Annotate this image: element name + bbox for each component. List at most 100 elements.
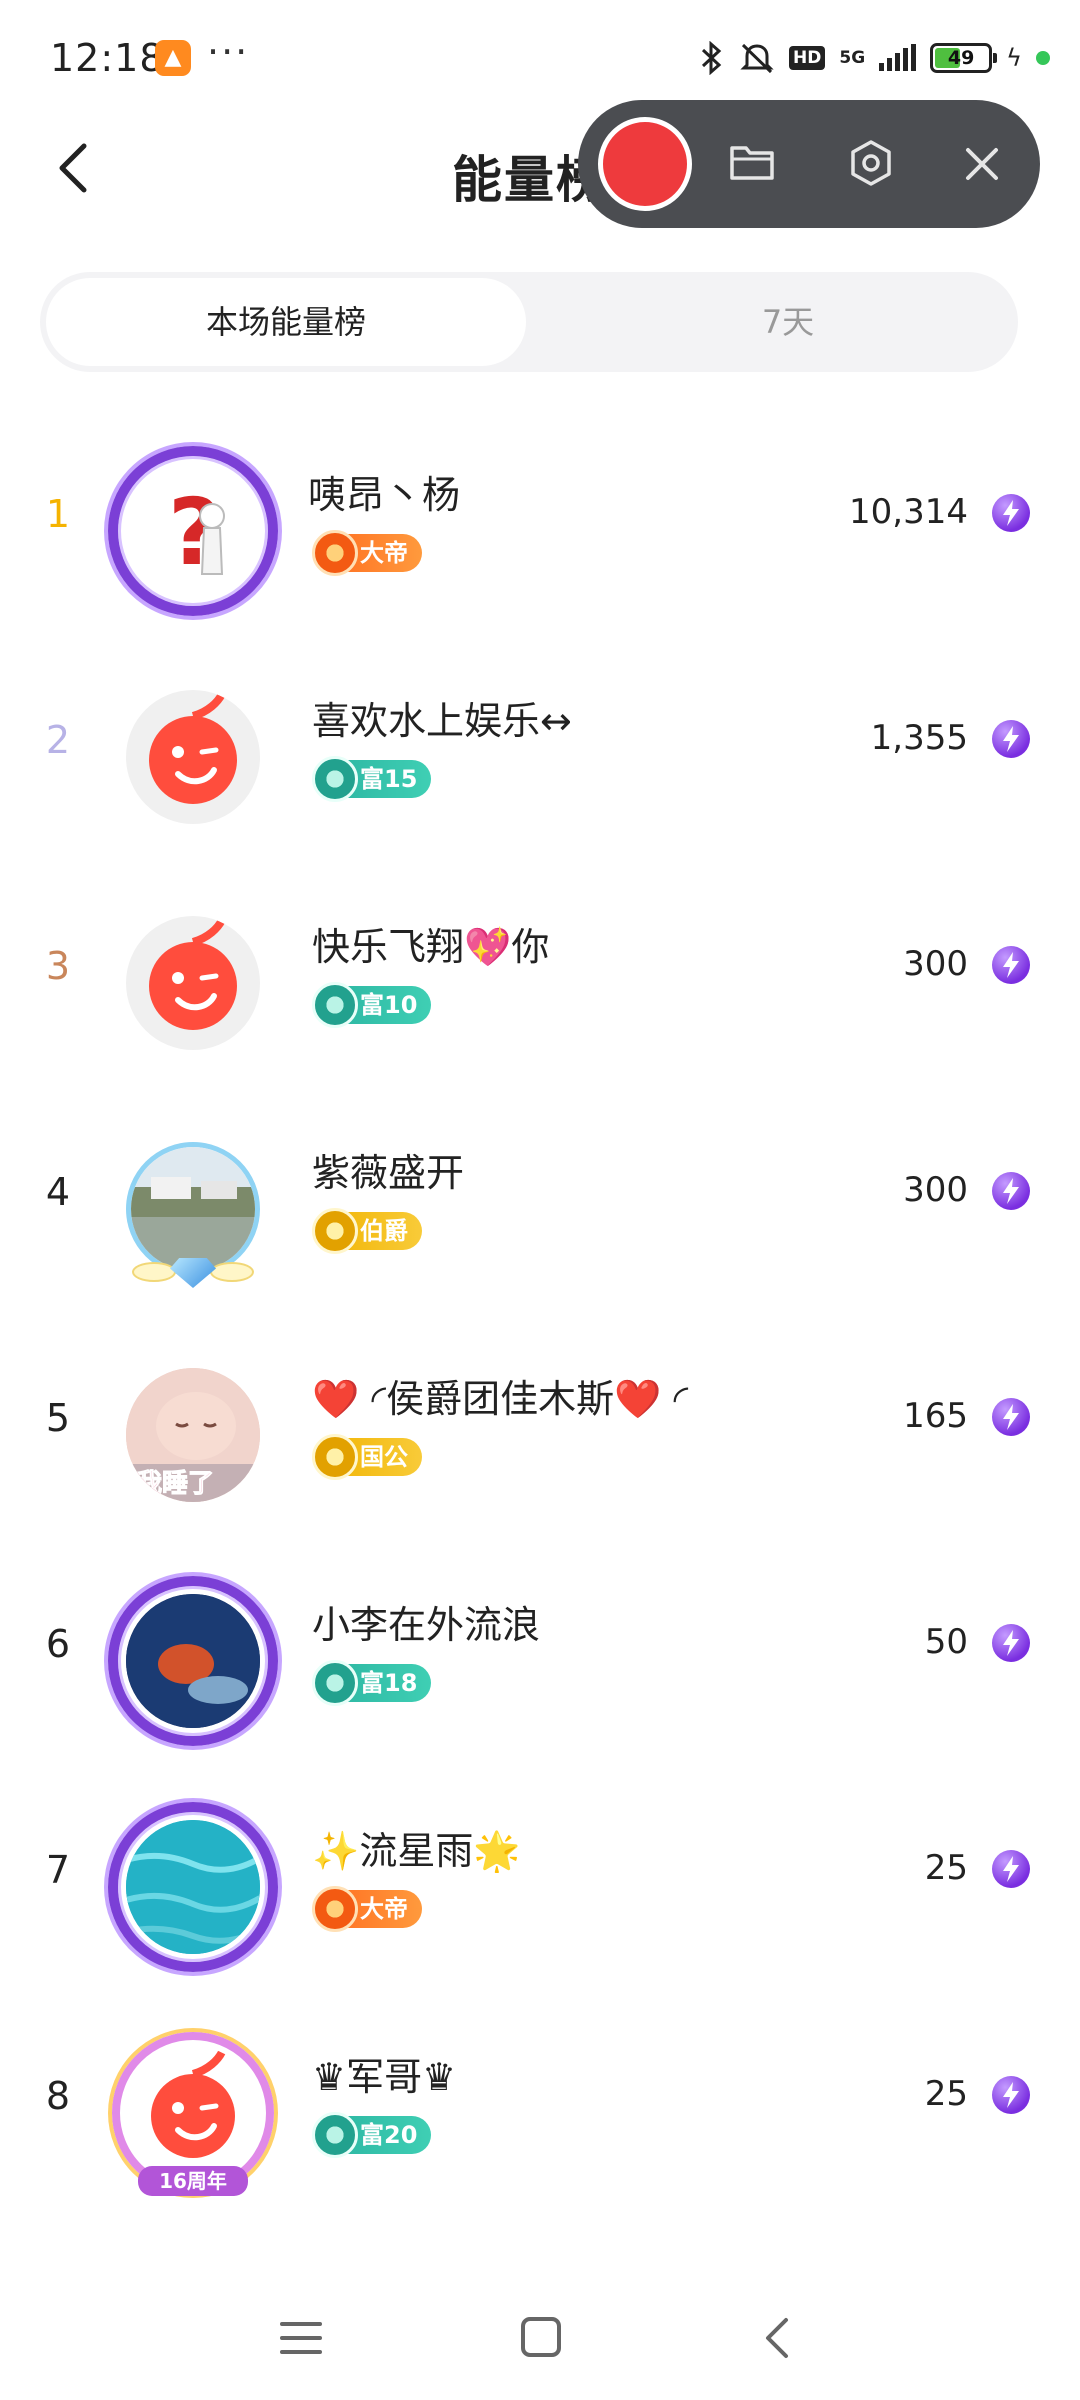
user-name: ♛军哥♛ — [312, 2055, 457, 2099]
energy-bolt-icon — [992, 946, 1030, 984]
energy-score: 1,355 — [870, 718, 968, 758]
badge-icon — [312, 530, 358, 576]
privacy-indicator-dot — [1036, 51, 1050, 65]
ranking-row[interactable]: 3 快乐飞翔💖你 富10 300 — [0, 852, 1080, 1078]
rank-number: 1 — [45, 492, 71, 536]
badge-icon — [312, 1434, 358, 1480]
battery-level: 49 — [947, 47, 975, 69]
user-name: 紫薇盛开 — [312, 1151, 465, 1195]
energy-bolt-icon — [992, 1850, 1030, 1888]
energy-bolt-icon — [992, 1398, 1030, 1436]
badge-icon — [312, 1886, 358, 1932]
svg-text:我睡了: 我睡了 — [136, 1469, 214, 1499]
avatar-frame — [108, 446, 278, 616]
ranking-row[interactable]: 8 16周年 ♛军哥♛ 富20 25 — [0, 1982, 1080, 2208]
avatar-image: 我睡了 — [126, 1368, 260, 1502]
mute-bell-icon — [739, 41, 775, 75]
ranking-tabs: 本场能量榜 7天 — [40, 272, 1018, 372]
ranking-row[interactable]: 7 ✨流星雨🌟 大帝 25 — [0, 1756, 1080, 1982]
back-button[interactable] — [46, 138, 106, 198]
avatar-wing-left — [132, 1262, 176, 1282]
back-nav-icon[interactable] — [762, 2316, 792, 2364]
tab-7-days[interactable]: 7天 — [560, 278, 1016, 366]
energy-bolt-icon — [992, 494, 1030, 532]
folder-icon[interactable] — [728, 140, 776, 188]
rank-number: 2 — [45, 718, 71, 762]
energy-bolt-icon — [992, 720, 1030, 758]
avatar[interactable] — [108, 1802, 278, 1972]
rank-number: 5 — [45, 1396, 71, 1440]
level-badge: 大帝 — [312, 1886, 422, 1932]
ranking-row[interactable]: 4 紫薇盛开 伯爵 300 — [0, 1078, 1080, 1304]
avatar[interactable] — [108, 1124, 278, 1294]
bluetooth-icon — [699, 41, 725, 75]
avatar[interactable]: ? — [108, 446, 278, 616]
more-notifications-icon: ··· — [207, 30, 250, 74]
status-icons: HD 5G 49 ϟ — [699, 38, 1050, 78]
level-badge: 富18 — [312, 1660, 432, 1706]
energy-bolt-icon — [992, 1624, 1030, 1662]
avatar[interactable] — [108, 1576, 278, 1746]
level-badge: 国公 — [312, 1434, 422, 1480]
signal-icon — [879, 44, 917, 71]
ranking-row[interactable]: 1 ? 咦昂丶杨 大帝 10,314 — [0, 400, 1080, 626]
menu-icon[interactable] — [280, 2318, 322, 2362]
level-badge: 富20 — [312, 2112, 432, 2158]
tab-current-session[interactable]: 本场能量榜 — [46, 278, 526, 366]
avatar[interactable] — [108, 672, 278, 842]
rank-number: 4 — [45, 1170, 71, 1214]
record-button[interactable] — [598, 117, 692, 211]
badge-icon — [312, 756, 358, 802]
user-name: ✨流星雨🌟 — [312, 1829, 521, 1873]
rank-number: 6 — [45, 1622, 71, 1666]
energy-bolt-icon — [992, 2076, 1030, 2114]
user-name: 小李在外流浪 — [312, 1603, 541, 1647]
anniversary-label: 16周年 — [138, 2166, 248, 2196]
settings-icon[interactable] — [846, 138, 896, 192]
avatar-image — [126, 690, 260, 824]
battery-icon: 49 — [930, 43, 998, 73]
level-badge: 富10 — [312, 982, 432, 1028]
avatar-frame — [108, 1802, 278, 1972]
energy-score: 300 — [903, 944, 968, 984]
network-type: 5G — [839, 48, 866, 68]
hd-badge: HD — [789, 46, 826, 70]
user-name: ❤️ ◜侯爵团佳木斯❤️ ◜ — [312, 1377, 689, 1421]
badge-icon — [312, 982, 358, 1028]
ranking-row[interactable]: 5 我睡了 ❤️ ◜侯爵团佳木斯❤️ ◜ 国公 165 — [0, 1304, 1080, 1530]
energy-score: 165 — [903, 1396, 968, 1436]
energy-score: 10,314 — [849, 492, 968, 532]
user-name: 喜欢水上娱乐↔ — [312, 699, 572, 743]
energy-score: 25 — [924, 2074, 968, 2114]
avatar[interactable]: 16周年 — [108, 2028, 278, 2198]
diamond-icon — [170, 1258, 216, 1288]
avatar[interactable] — [108, 898, 278, 1068]
badge-icon — [312, 2112, 358, 2158]
status-time: 12:18 — [50, 36, 165, 80]
avatar-wing-right — [210, 1262, 254, 1282]
energy-score: 25 — [924, 1848, 968, 1888]
chevron-left-icon — [59, 143, 87, 193]
user-name: 快乐飞翔💖你 — [312, 925, 550, 969]
ranking-row[interactable]: 2 喜欢水上娱乐↔ 富15 1,355 — [0, 626, 1080, 852]
charging-icon: ϟ — [1006, 44, 1022, 72]
avatar-frame — [108, 1576, 278, 1746]
user-name: 咦昂丶杨 — [308, 473, 461, 517]
ranking-row[interactable]: 6 小李在外流浪 富18 50 — [0, 1530, 1080, 1756]
rank-number: 3 — [45, 944, 71, 988]
shopping-bag-icon: ▲ — [155, 40, 191, 76]
badge-icon — [312, 1208, 358, 1254]
home-icon[interactable] — [520, 2316, 562, 2362]
close-icon[interactable] — [960, 142, 1004, 190]
energy-score: 50 — [924, 1622, 968, 1662]
level-badge: 伯爵 — [312, 1208, 422, 1254]
level-badge: 富15 — [312, 756, 432, 802]
badge-icon — [312, 1660, 358, 1706]
system-navigation-bar — [0, 2280, 1080, 2400]
energy-bolt-icon — [992, 1172, 1030, 1210]
avatar[interactable]: 我睡了 — [108, 1350, 278, 1520]
rank-number: 7 — [45, 1848, 71, 1892]
screen-recorder-toolbar[interactable] — [578, 100, 1040, 228]
avatar-image — [126, 916, 260, 1050]
energy-score: 300 — [903, 1170, 968, 1210]
